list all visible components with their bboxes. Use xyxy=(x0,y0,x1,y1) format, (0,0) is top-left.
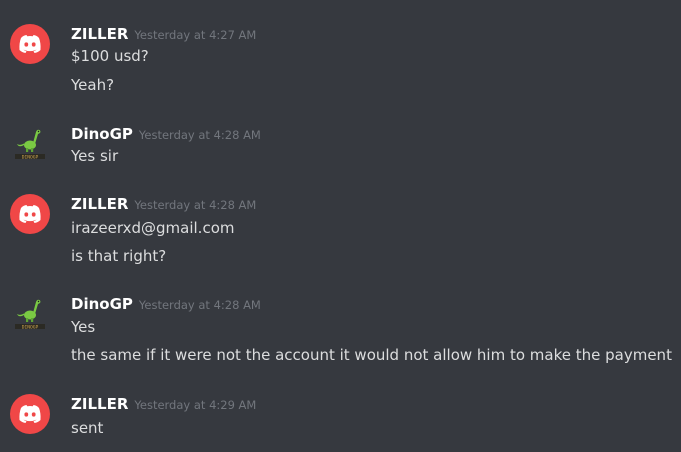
avatar[interactable]: DINOGP xyxy=(10,124,50,164)
avatar[interactable]: DINOGP xyxy=(10,294,50,334)
username[interactable]: ZILLER xyxy=(71,25,128,43)
timestamp: Yesterday at 4:28 AM xyxy=(138,128,261,142)
avatar[interactable] xyxy=(10,24,50,64)
dinosaur-icon: DINOGP xyxy=(15,299,45,330)
message-text: sent xyxy=(71,419,104,437)
message-text: Yes xyxy=(71,318,96,336)
message-text: Yes sir xyxy=(71,147,119,165)
svg-text:DINOGP: DINOGP xyxy=(22,154,39,160)
message-text: Yeah? xyxy=(71,76,115,94)
avatar[interactable] xyxy=(10,394,50,434)
message-group: DINOGP DinoGP Yesterday at 4:28 AM Yes si… xyxy=(0,124,681,168)
message-text: the same if it were not the account it w… xyxy=(71,346,672,364)
username[interactable]: DinoGP xyxy=(71,295,133,313)
message-header: DinoGP Yesterday at 4:28 AM xyxy=(71,124,261,144)
message-group: ZILLER Yesterday at 4:27 AM $100 usd? Yea… xyxy=(0,24,681,96)
timestamp: Yesterday at 4:27 AM xyxy=(134,28,257,42)
message-group: DINOGP DinoGP Yesterday at 4:28 AM Yes th… xyxy=(0,294,681,366)
message-text: is that right? xyxy=(71,247,167,265)
message-group: ZILLER Yesterday at 4:28 AM irazeerxd@gma… xyxy=(0,194,681,266)
message-text: irazeerxd@gmail.com xyxy=(71,219,235,237)
avatar[interactable] xyxy=(10,194,50,234)
username[interactable]: ZILLER xyxy=(71,195,128,213)
timestamp: Yesterday at 4:28 AM xyxy=(138,298,261,312)
chat-messages: ZILLER Yesterday at 4:27 AM $100 usd? Yea… xyxy=(0,0,681,452)
message-header: ZILLER Yesterday at 4:27 AM xyxy=(71,24,256,44)
message-header: ZILLER Yesterday at 4:29 AM xyxy=(71,394,256,414)
timestamp: Yesterday at 4:29 AM xyxy=(134,398,257,412)
timestamp: Yesterday at 4:28 AM xyxy=(134,198,257,212)
dinosaur-icon: DINOGP xyxy=(15,129,45,160)
username[interactable]: ZILLER xyxy=(71,395,128,413)
discord-logo-icon xyxy=(19,405,41,423)
svg-text:DINOGP: DINOGP xyxy=(22,324,39,330)
message-text: $100 usd? xyxy=(71,47,149,65)
message-header: DinoGP Yesterday at 4:28 AM xyxy=(71,294,261,314)
username[interactable]: DinoGP xyxy=(71,125,133,143)
message-header: ZILLER Yesterday at 4:28 AM xyxy=(71,194,256,214)
discord-logo-icon xyxy=(19,205,41,223)
message-group: ZILLER Yesterday at 4:29 AM sent xyxy=(0,394,681,438)
discord-logo-icon xyxy=(19,35,41,53)
